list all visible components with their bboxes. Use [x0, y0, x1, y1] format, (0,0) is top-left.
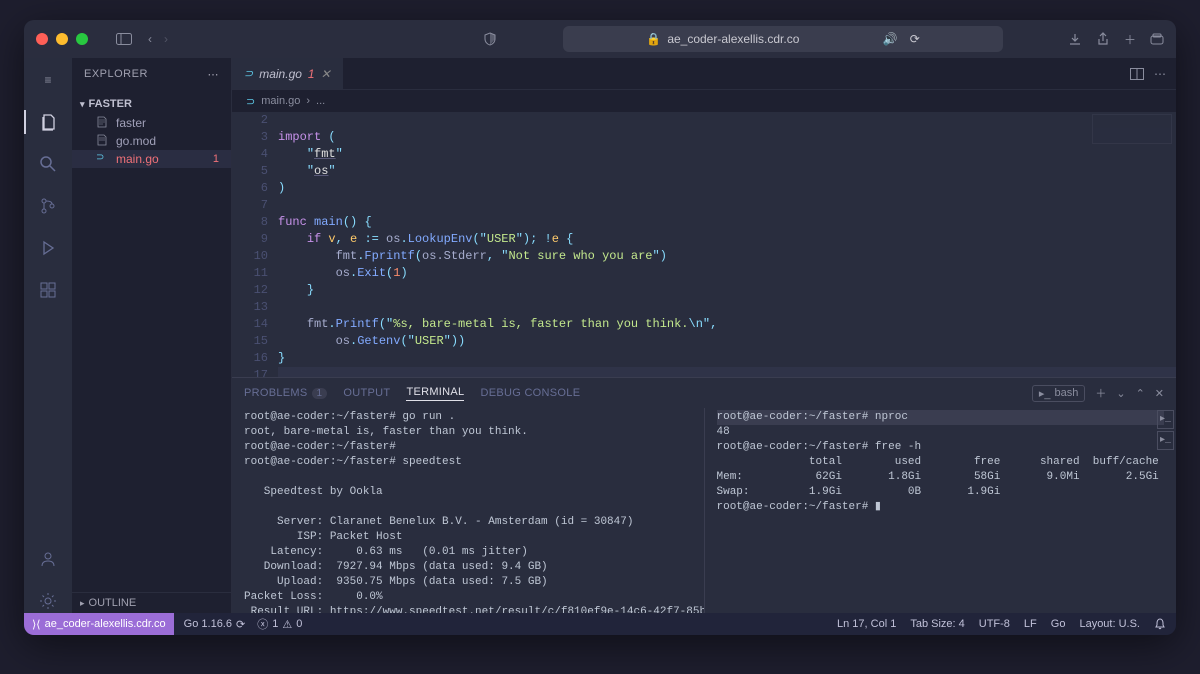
file-item-maingo[interactable]: ⊃ main.go 1: [72, 150, 231, 168]
terminal-body: root@ae-coder:~/faster# go run . root, b…: [232, 408, 1176, 613]
encoding[interactable]: UTF-8: [979, 618, 1010, 630]
remote-icon: ⟩⟨: [32, 618, 41, 631]
lock-icon: 🔒: [646, 32, 661, 46]
url-bar[interactable]: 🔒 ae_coder-alexellis.cdr.co 🔊 ⟳: [563, 26, 1003, 52]
error-icon: ⓧ: [257, 616, 268, 632]
breadcrumb[interactable]: ⊃ main.go › ...: [232, 90, 1176, 112]
account-icon[interactable]: [36, 547, 60, 571]
line-gutter: 234567891011121314151617: [232, 112, 278, 377]
tab-maingo[interactable]: ⊃ main.go 1 ✕: [232, 58, 344, 89]
file-item-gomod[interactable]: go.mod: [72, 132, 231, 150]
main-column: ⊃ main.go 1 ✕ ⋯ ⊃ main.go › ...: [232, 58, 1176, 613]
terminal-right[interactable]: root@ae-coder:~/faster# nproc 48 root@ae…: [704, 408, 1177, 613]
terminal-left[interactable]: root@ae-coder:~/faster# go run . root, b…: [232, 408, 704, 613]
activity-bar: ≡: [24, 58, 72, 613]
eol[interactable]: LF: [1024, 618, 1037, 630]
go-file-icon: ⊃: [246, 95, 255, 108]
go-version[interactable]: Go 1.16.6 ⟳: [184, 618, 246, 631]
share-icon[interactable]: [1096, 32, 1110, 46]
audio-icon[interactable]: 🔊: [883, 32, 898, 46]
minimize-window-button[interactable]: [56, 33, 68, 45]
url-text: ae_coder-alexellis.cdr.co: [667, 32, 799, 46]
keyboard-layout[interactable]: Layout: U.S.: [1079, 618, 1140, 630]
go-file-icon: ⊃: [96, 152, 110, 166]
terminal-icon: ▸_: [1039, 387, 1051, 400]
new-terminal-icon[interactable]: ＋: [1095, 385, 1106, 401]
shield-icon[interactable]: [482, 31, 498, 47]
new-tab-icon[interactable]: ＋: [1124, 31, 1136, 48]
language-mode[interactable]: Go: [1051, 618, 1066, 630]
back-button[interactable]: ‹: [148, 32, 152, 46]
file-icon: [96, 134, 110, 148]
terminal-instance-icon[interactable]: ▸_: [1157, 431, 1174, 450]
download-icon[interactable]: [1068, 32, 1082, 46]
maximize-panel-icon[interactable]: ⌃: [1136, 387, 1145, 400]
tab-size[interactable]: Tab Size: 4: [910, 618, 964, 630]
panel-tabs: PROBLEMS 1 OUTPUT TERMINAL DEBUG CONSOLE…: [232, 378, 1176, 408]
terminal-group-icons[interactable]: ▸_ ▸_: [1157, 410, 1174, 450]
extensions-icon[interactable]: [36, 278, 60, 302]
folder-header[interactable]: FASTER: [72, 94, 231, 114]
close-panel-icon[interactable]: ✕: [1155, 387, 1164, 400]
file-item-faster[interactable]: faster: [72, 114, 231, 132]
run-debug-icon[interactable]: [36, 236, 60, 260]
browser-window: ‹ › 🔒 ae_coder-alexellis.cdr.co 🔊 ⟳ ＋: [24, 20, 1176, 635]
sidebar-more-icon[interactable]: ⋯: [208, 68, 220, 81]
sidebar-header: EXPLORER ⋯: [72, 58, 231, 90]
file-icon: [96, 116, 110, 130]
sidebar-title: EXPLORER: [84, 68, 148, 80]
tab-debug-console[interactable]: DEBUG CONSOLE: [480, 387, 580, 399]
minimap[interactable]: [1092, 114, 1172, 144]
explorer-sidebar: EXPLORER ⋯ FASTER faster go.mod: [72, 58, 232, 613]
editor-tabs: ⊃ main.go 1 ✕ ⋯: [232, 58, 1176, 90]
traffic-lights: [36, 33, 88, 45]
terminal-instance-icon[interactable]: ▸_: [1157, 410, 1174, 429]
problems-status[interactable]: ⓧ 1 ⚠ 0: [257, 616, 302, 632]
tab-problems[interactable]: PROBLEMS 1: [244, 387, 327, 399]
warning-icon: ⚠: [282, 618, 292, 631]
cursor-position[interactable]: Ln 17, Col 1: [837, 618, 896, 630]
go-file-icon: ⊃: [244, 67, 253, 80]
forward-button[interactable]: ›: [164, 32, 168, 46]
tabs-overview-icon[interactable]: [1150, 33, 1164, 45]
sidebar-toggle-icon[interactable]: [116, 31, 132, 47]
source-control-icon[interactable]: [36, 194, 60, 218]
titlebar: ‹ › 🔒 ae_coder-alexellis.cdr.co 🔊 ⟳ ＋: [24, 20, 1176, 58]
terminal-shell-selector[interactable]: ▸_ bash: [1032, 385, 1086, 402]
tab-output[interactable]: OUTPUT: [343, 387, 390, 399]
split-terminal-icon[interactable]: ⌄: [1116, 387, 1125, 400]
reload-icon[interactable]: ⟳: [910, 32, 920, 46]
bottom-panel: PROBLEMS 1 OUTPUT TERMINAL DEBUG CONSOLE…: [232, 377, 1176, 613]
chevron-right-icon: ›: [306, 95, 310, 107]
menu-icon[interactable]: ≡: [36, 68, 60, 92]
maximize-window-button[interactable]: [76, 33, 88, 45]
tab-terminal[interactable]: TERMINAL: [406, 386, 464, 401]
editor-area: ≡: [24, 58, 1176, 613]
more-actions-icon[interactable]: ⋯: [1154, 67, 1166, 81]
close-window-button[interactable]: [36, 33, 48, 45]
sync-icon: ⟳: [236, 618, 245, 631]
settings-gear-icon[interactable]: [36, 589, 60, 613]
statusbar: ⟩⟨ ae_coder-alexellis.cdr.co Go 1.16.6 ⟳…: [24, 613, 1176, 635]
code-content[interactable]: import ( "fmt" "os") func main() { if v,…: [278, 112, 1176, 377]
split-editor-icon[interactable]: [1130, 68, 1144, 80]
search-icon[interactable]: [36, 152, 60, 176]
remote-indicator[interactable]: ⟩⟨ ae_coder-alexellis.cdr.co: [24, 613, 174, 635]
close-tab-icon[interactable]: ✕: [321, 67, 331, 81]
code-editor[interactable]: 234567891011121314151617 import ( "fmt" …: [232, 112, 1176, 377]
outline-section[interactable]: OUTLINE: [72, 592, 231, 613]
explorer-icon[interactable]: [24, 110, 72, 134]
notifications-icon[interactable]: [1154, 618, 1166, 630]
